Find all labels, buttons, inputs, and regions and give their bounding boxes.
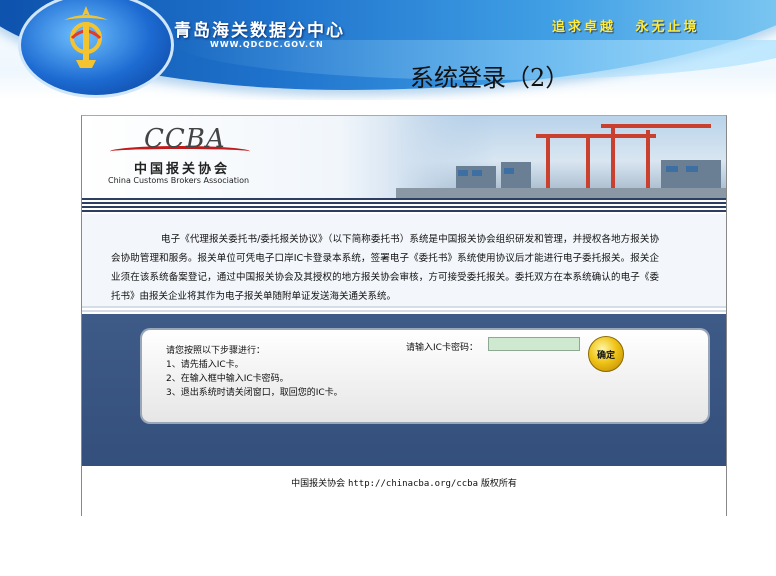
divider-stripes xyxy=(82,198,726,214)
step-item: 3、退出系统时请关闭窗口，取回您的IC卡。 xyxy=(166,388,343,398)
footer-rights: 版权所有 xyxy=(480,479,517,489)
page-title: 系统登录（2） xyxy=(410,64,570,92)
step-item: 1、请先插入IC卡。 xyxy=(166,360,244,370)
footer-url[interactable]: http://chinacba.org/ccba xyxy=(348,479,478,489)
footer-org: 中国报关协会 xyxy=(291,479,346,489)
confirm-button[interactable]: 确定 xyxy=(588,336,624,372)
login-steps: 请您按照以下步骤进行： 1、请先插入IC卡。 2、在输入框中输入IC卡密码。 3… xyxy=(166,344,343,400)
association-name-en: China Customs Brokers Association xyxy=(108,176,250,185)
intro-text: 电子《代理报关委托书/委托报关协议》（以下简称委托书）系统是中国报关协会组织研发… xyxy=(111,234,659,302)
hero-banner: CCBA 中国报关协会 China Customs Brokers Associ… xyxy=(82,116,726,198)
site-banner: 青岛海关数据分中心 WWW.QDCDC.GOV.CN 追求卓越 永无止境 xyxy=(0,0,776,100)
site-name: 青岛海关数据分中心 xyxy=(174,21,345,41)
main-frame: CCBA 中国报关协会 China Customs Brokers Associ… xyxy=(81,115,727,516)
customs-emblem-icon xyxy=(64,6,108,68)
ic-password-label: 请输入IC卡密码： xyxy=(406,343,478,353)
ccba-logo: CCBA xyxy=(144,124,226,154)
divider-stripes-light xyxy=(82,306,726,314)
step-item: 2、在输入框中输入IC卡密码。 xyxy=(166,374,289,384)
footer: 中国报关协会 http://chinacba.org/ccba 版权所有 xyxy=(82,476,726,489)
port-cranes-icon xyxy=(396,124,726,198)
ic-password-input[interactable] xyxy=(488,337,580,351)
association-name-cn: 中国报关协会 xyxy=(134,162,231,177)
site-url: WWW.QDCDC.GOV.CN xyxy=(210,40,324,49)
login-panel: 请您按照以下步骤进行： 1、请先插入IC卡。 2、在输入框中输入IC卡密码。 3… xyxy=(142,330,708,422)
slogan: 追求卓越 永无止境 xyxy=(552,20,700,35)
steps-title: 请您按照以下步骤进行： xyxy=(166,346,266,356)
